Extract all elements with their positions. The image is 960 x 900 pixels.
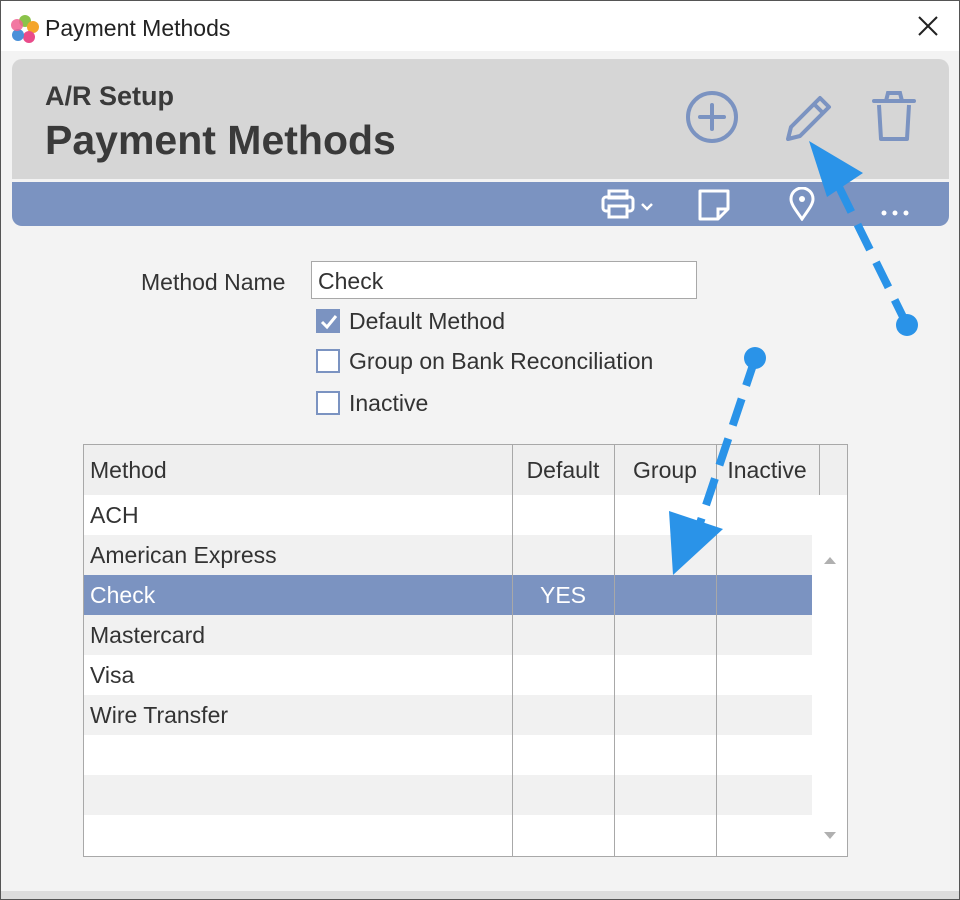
print-icon[interactable] <box>600 187 660 221</box>
cell-method: Wire Transfer <box>90 702 229 728</box>
column-divider <box>716 445 717 856</box>
column-header-group[interactable]: Group <box>614 445 716 495</box>
column-divider <box>819 445 820 495</box>
checkmark-icon <box>320 315 338 330</box>
edit-icon[interactable] <box>776 87 836 147</box>
breadcrumb: A/R Setup <box>45 81 175 111</box>
table-row[interactable]: Visa <box>84 655 812 695</box>
cell-default <box>512 615 614 655</box>
table-header: Method Default Group Inactive <box>84 445 847 495</box>
payment-methods-window: Payment Methods A/R Setup Payment Method… <box>0 0 960 900</box>
checkbox-label: Default Method <box>349 308 505 334</box>
cell-default <box>512 495 614 535</box>
window-title: Payment Methods <box>45 15 231 41</box>
close-icon[interactable] <box>915 13 941 39</box>
table-row-empty <box>84 815 812 855</box>
method-name-input[interactable]: Check <box>311 261 697 299</box>
cell-default: YES <box>539 582 587 608</box>
cell-method: American Express <box>90 542 277 568</box>
page-title: Payment Methods <box>45 117 396 163</box>
table-row-empty <box>84 735 812 775</box>
toolbar <box>12 182 949 226</box>
table-row[interactable]: ACH <box>84 495 812 535</box>
table-row[interactable]: American Express <box>84 535 812 575</box>
payment-methods-table: Method Default Group Inactive ACH Americ… <box>83 444 848 857</box>
column-header-method[interactable]: Method <box>90 445 167 495</box>
column-header-default[interactable]: Default <box>512 445 614 495</box>
table-row-selected[interactable]: Check YES <box>84 575 812 615</box>
cell-default <box>512 655 614 695</box>
checkbox-box[interactable] <box>316 349 340 373</box>
column-divider <box>512 445 513 856</box>
add-icon[interactable] <box>682 87 742 147</box>
delete-icon[interactable] <box>864 87 924 147</box>
cell-method: Check <box>90 582 156 608</box>
pin-icon[interactable] <box>787 187 817 221</box>
column-header-inactive[interactable]: Inactive <box>716 445 818 495</box>
cell-method: Mastercard <box>90 622 206 648</box>
table-row[interactable]: Wire Transfer <box>84 695 812 735</box>
header-card: A/R Setup Payment Methods <box>12 59 949 179</box>
checkbox-box[interactable] <box>316 309 340 333</box>
cell-method: ACH <box>90 502 139 528</box>
cell-default <box>512 535 614 575</box>
note-icon[interactable] <box>696 187 732 221</box>
content-area: A/R Setup Payment Methods Method Name Ch… <box>1 51 959 899</box>
checkbox-label: Group on Bank Reconciliation <box>349 348 654 374</box>
table-row[interactable]: Mastercard <box>84 615 812 655</box>
method-name-label: Method Name <box>141 269 286 295</box>
table-row-empty <box>84 775 812 815</box>
column-divider <box>614 445 615 856</box>
scroll-up-icon[interactable] <box>821 553 839 567</box>
checkbox-box[interactable] <box>316 391 340 415</box>
title-bar: Payment Methods <box>1 1 959 51</box>
cell-default <box>512 695 614 735</box>
more-icon[interactable] <box>878 187 912 221</box>
scroll-down-icon[interactable] <box>821 829 839 843</box>
window-bottom-edge <box>1 891 959 899</box>
checkbox-label: Inactive <box>349 390 429 416</box>
app-logo-icon <box>11 15 39 43</box>
cell-method: Visa <box>90 662 135 688</box>
